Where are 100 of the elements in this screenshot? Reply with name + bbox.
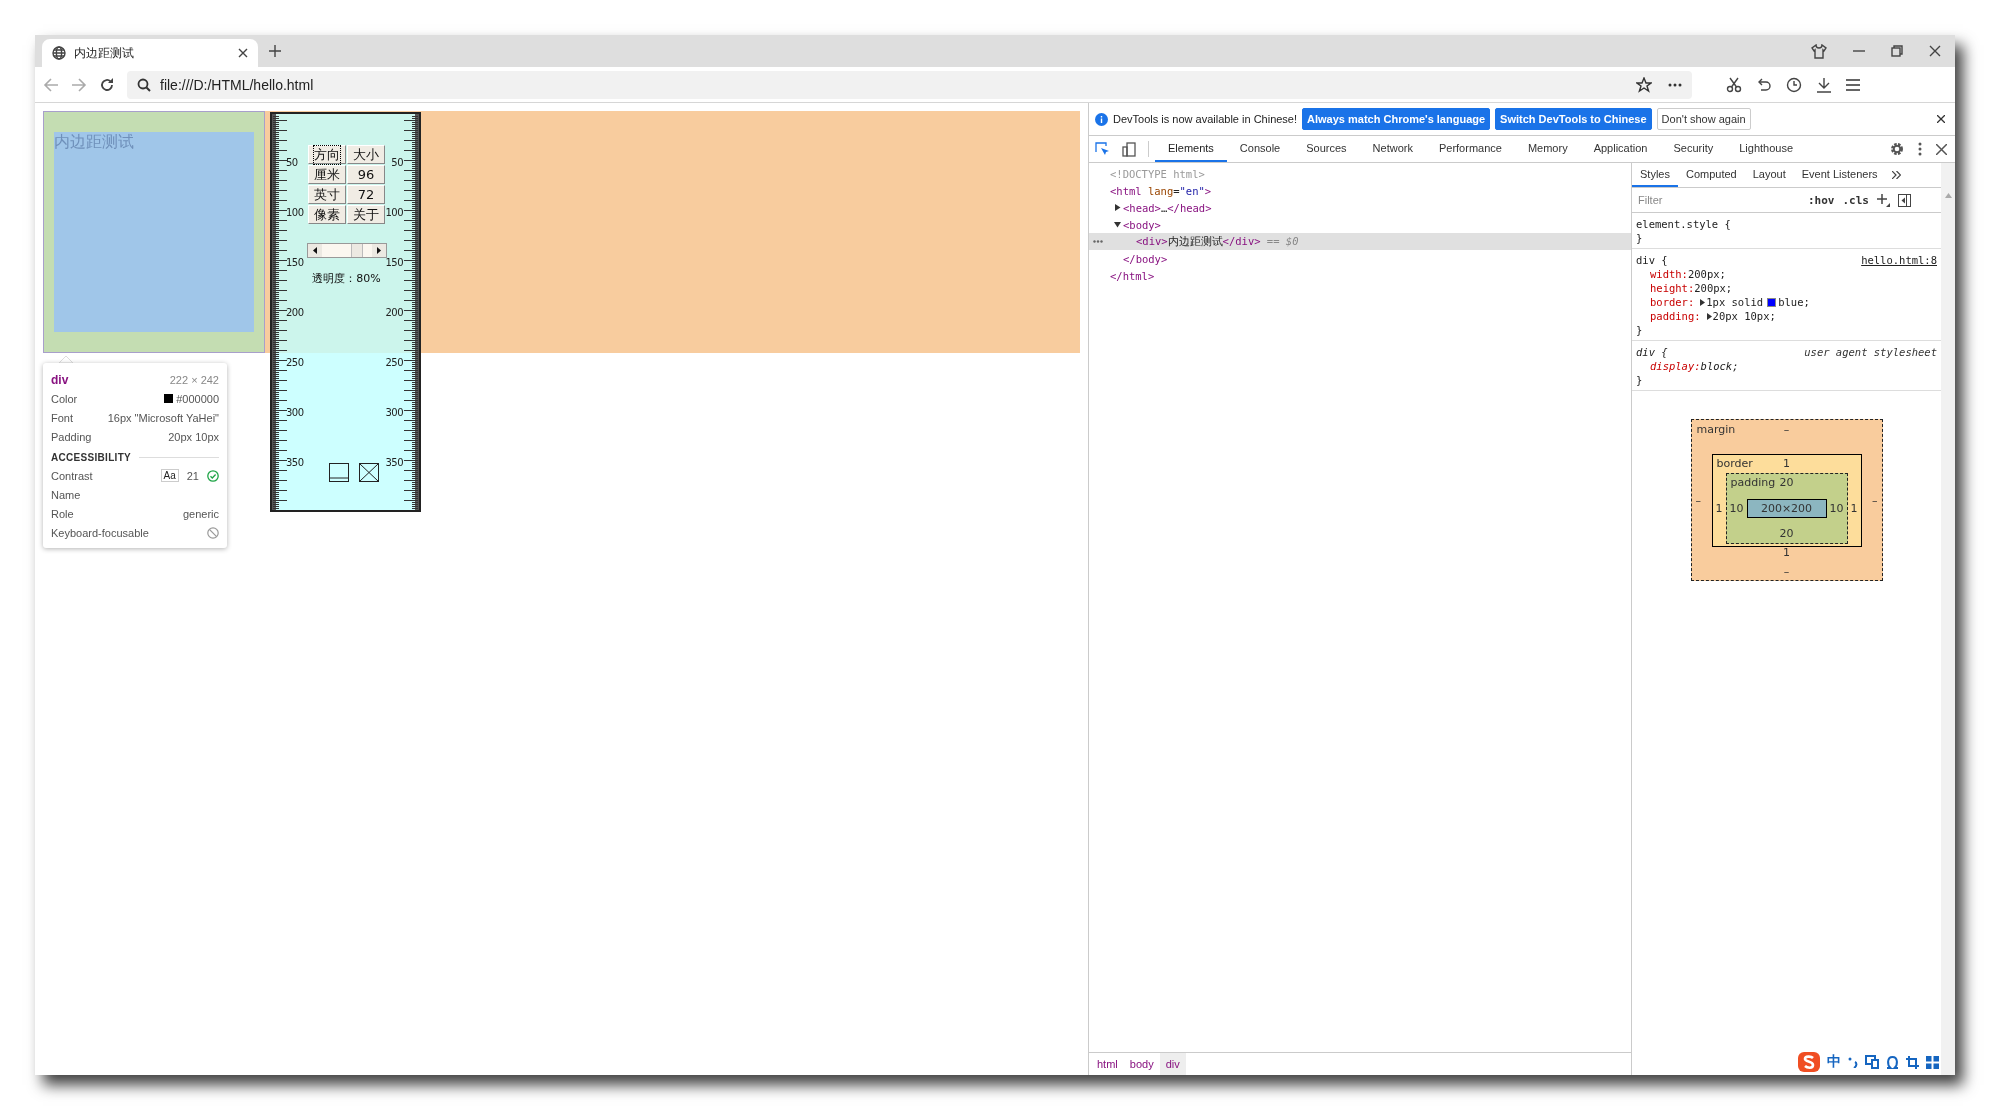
ime-logo-icon[interactable] [1798,1052,1820,1072]
plus-icon[interactable] [268,44,282,58]
dom-node[interactable]: <head>…</head> [1123,201,1212,214]
inspect-icon[interactable] [1095,141,1110,157]
infobar-message: DevTools is now available in Chinese! [1113,113,1298,125]
dom-node[interactable]: <body> [1123,218,1161,231]
ruler-button[interactable]: 大小 [347,145,385,164]
expand-arrow-icon[interactable] [1113,204,1121,211]
infobar-button[interactable]: Don't show again [1656,108,1751,130]
browser-tab[interactable]: 内边距测试 [42,39,258,67]
styles-tab[interactable]: Styles [1632,163,1678,187]
clock-icon[interactable] [1786,76,1802,93]
hover-state-toggle[interactable]: :hov [1808,193,1835,207]
collapse-arrow-icon[interactable] [1113,221,1121,228]
device-icon[interactable] [1122,141,1136,157]
devtools-tab[interactable]: Security [1660,136,1727,162]
sidebar-toggle-icon[interactable] [1898,193,1911,207]
expand-arrow-icon[interactable] [1704,312,1713,320]
reload-icon[interactable] [99,76,115,93]
styles-tab[interactable]: Event Listeners [1793,163,1886,187]
closing-brace: } [1636,323,1643,337]
ruler-button[interactable]: 96 [347,165,385,184]
ruler-button[interactable]: 厘米 [308,165,346,184]
property-label: Padding [51,430,92,443]
scale-label: 300 [385,407,403,419]
breadcrumb[interactable]: body [1123,1053,1160,1075]
box-label: border [1715,457,1753,470]
more-icon[interactable] [1668,82,1682,87]
scrollbar[interactable] [1941,163,1955,1075]
scissors-icon[interactable] [1726,76,1742,93]
breadcrumb[interactable]: html [1091,1053,1124,1075]
crop-icon[interactable] [1906,1055,1919,1069]
menu-icon[interactable] [1846,78,1860,91]
devtools-tab[interactable]: Performance [1425,136,1515,162]
filter-field[interactable]: Filter [1636,193,1800,207]
dom-node[interactable]: </body> [1123,252,1168,265]
address-bar[interactable]: file:///D:/HTML/hello.html [127,70,1692,99]
more-tabs-icon[interactable] [1891,171,1901,179]
box-value: 10 [1728,501,1745,515]
devtools-tab[interactable]: Sources [1293,136,1360,162]
add-rule-icon[interactable] [1877,193,1890,207]
devtools-tab[interactable]: Console [1226,136,1294,162]
left-arrow-icon [312,247,317,254]
scale-label: 150 [385,257,403,269]
box-value: – [1694,493,1702,507]
scale-label: 100 [286,207,304,219]
dom-node[interactable]: </html> [1110,269,1155,282]
restore-icon[interactable] [1891,45,1903,57]
class-toggle[interactable]: .cls [1842,193,1869,207]
shirt-icon[interactable] [1811,43,1827,59]
scale-label: 300 [286,407,304,419]
ruler-button[interactable]: 方向 [308,145,346,164]
settings-icon[interactable] [1890,142,1904,156]
styles-tab[interactable]: Layout [1744,163,1794,187]
property-label: Name [51,488,81,501]
css-declaration[interactable]: display:block; [1636,359,1937,373]
ruler-button[interactable]: 英寸 [308,185,346,204]
more-vertical-icon[interactable] [1918,142,1922,156]
input-mode[interactable]: 中 [1827,1053,1841,1071]
scale-label: 50 [391,157,403,169]
scroll-right-button[interactable] [371,244,386,257]
styles-tab[interactable]: Computed [1677,163,1745,187]
punctuation-icon[interactable] [1848,1056,1858,1068]
grid-icon[interactable] [1926,1055,1939,1069]
breadcrumb[interactable]: div [1159,1053,1186,1075]
devtools-tab[interactable]: Application [1580,136,1661,162]
infobar-button[interactable]: Switch DevTools to Chinese [1495,108,1652,130]
source-link[interactable]: hello.html:8 [1861,253,1937,267]
dom-node[interactable]: <html lang="en"> [1110,184,1212,197]
close-icon[interactable] [238,48,248,58]
slider-thumb[interactable] [350,244,363,257]
closing-brace: } [1636,231,1643,245]
expand-arrow-icon[interactable] [1698,298,1707,306]
devtools-tab[interactable]: Lighthouse [1726,136,1807,162]
close-icon[interactable] [1937,115,1945,123]
ruler-button[interactable]: 72 [347,185,385,204]
opacity-slider[interactable] [306,243,387,258]
css-declaration[interactable]: height:200px; [1636,281,1937,295]
devtools-tab[interactable]: Network [1359,136,1426,162]
ruler-button[interactable]: 关于 [347,205,385,224]
element-tag: div [51,372,69,387]
css-declaration[interactable]: border: 1px solid blue; [1636,295,1937,309]
close-icon[interactable] [1936,143,1947,155]
property-value: generic [182,507,219,520]
ruler-button[interactable]: 像素 [308,205,346,224]
devices-icon[interactable] [1865,1055,1879,1069]
infobar-button[interactable]: Always match Chrome's language [1302,108,1491,130]
close-icon[interactable] [1929,45,1941,57]
devtools-tab[interactable]: Memory [1514,136,1581,162]
css-declaration[interactable]: padding: 20px 10px; [1636,309,1937,323]
omega-icon[interactable] [1886,1055,1899,1069]
undo-icon[interactable] [1756,77,1772,92]
property-value: #000000 [176,392,219,405]
window-icon[interactable] [329,463,349,482]
scroll-left-button[interactable] [307,244,322,257]
close-box-icon[interactable] [359,463,379,482]
color-swatch[interactable] [1767,297,1777,307]
star-icon[interactable] [1636,76,1652,93]
css-declaration[interactable]: width:200px; [1636,267,1937,281]
download-icon[interactable] [1816,76,1832,93]
